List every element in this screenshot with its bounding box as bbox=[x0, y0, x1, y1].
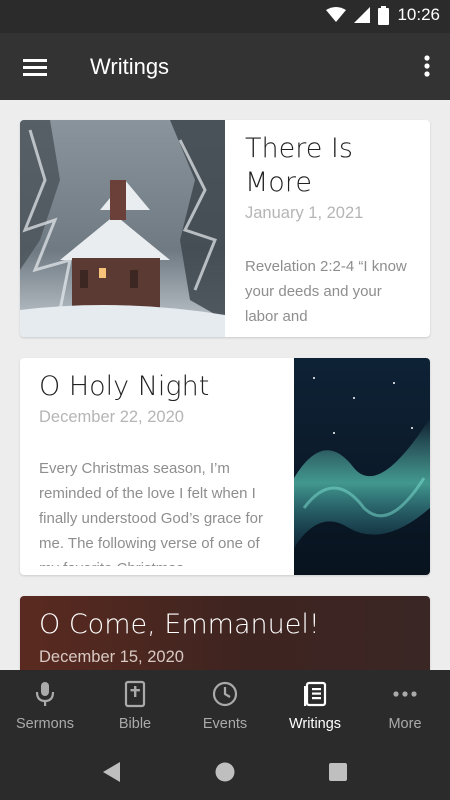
card-excerpt: Every Christmas season, I’m reminded of … bbox=[39, 460, 264, 566]
card-date: December 22, 2020 bbox=[39, 408, 184, 426]
card-text: There Is More January 1, 2021 bbox=[245, 132, 417, 223]
clock-icon bbox=[212, 681, 238, 707]
page-title: Writings bbox=[90, 54, 170, 79]
signal-icon bbox=[354, 7, 371, 23]
home-icon[interactable] bbox=[213, 760, 237, 784]
nav-label: Bible bbox=[118, 716, 152, 732]
status-time: 10:26 bbox=[397, 5, 440, 24]
wifi-icon bbox=[326, 7, 347, 22]
battery-icon bbox=[378, 5, 390, 25]
nav-item-events[interactable]: Events bbox=[180, 670, 270, 744]
bible-icon bbox=[124, 680, 146, 708]
aurora-night-sky-image bbox=[294, 358, 430, 575]
bottom-navigation: Sermons Bible Events Writings More bbox=[0, 670, 450, 744]
nav-label: Writings bbox=[288, 716, 342, 732]
recents-icon[interactable] bbox=[326, 760, 350, 784]
card-title: O Holy Night bbox=[39, 371, 210, 402]
card-text: O Holy Night December 22, 2020 bbox=[39, 370, 279, 427]
nav-item-more[interactable]: More bbox=[360, 670, 450, 744]
card-excerpt: Revelation 2:2-4 “I know your deeds and … bbox=[245, 258, 407, 324]
writing-card[interactable]: O Holy Night December 22, 2020 Every Chr… bbox=[20, 358, 430, 575]
back-icon[interactable] bbox=[100, 760, 124, 784]
nav-label: Sermons bbox=[15, 716, 75, 732]
nav-label: Events bbox=[202, 716, 248, 732]
card-title: O Come, Emmanuel! bbox=[39, 609, 320, 640]
nav-item-bible[interactable]: Bible bbox=[90, 670, 180, 744]
more-horiz-icon bbox=[393, 691, 417, 697]
nav-label: More bbox=[388, 716, 422, 732]
card-text: O Come, Emmanuel! December 15, 2020 bbox=[39, 608, 320, 667]
app-bar: Writings bbox=[0, 33, 450, 100]
system-navigation-bar bbox=[0, 744, 450, 800]
writing-card[interactable]: O Come, Emmanuel! December 15, 2020 bbox=[20, 596, 430, 670]
card-date: January 1, 2021 bbox=[245, 204, 364, 222]
card-title: There Is More bbox=[245, 133, 353, 198]
more-vert-icon[interactable] bbox=[420, 51, 434, 81]
status-bar: 10:26 bbox=[0, 0, 450, 33]
nav-item-writings[interactable]: Writings bbox=[270, 670, 360, 744]
writings-list[interactable]: There Is More January 1, 2021 Revelation… bbox=[0, 100, 450, 670]
writings-book-icon bbox=[304, 681, 327, 707]
writing-card[interactable]: There Is More January 1, 2021 Revelation… bbox=[20, 120, 430, 337]
nav-item-sermons[interactable]: Sermons bbox=[0, 670, 90, 744]
status-icons: 10:26 bbox=[326, 5, 440, 25]
card-date: December 15, 2020 bbox=[39, 648, 184, 666]
microphone-icon bbox=[35, 682, 55, 706]
snowy-chapel-image bbox=[20, 120, 225, 337]
hamburger-menu-icon[interactable] bbox=[18, 52, 52, 82]
